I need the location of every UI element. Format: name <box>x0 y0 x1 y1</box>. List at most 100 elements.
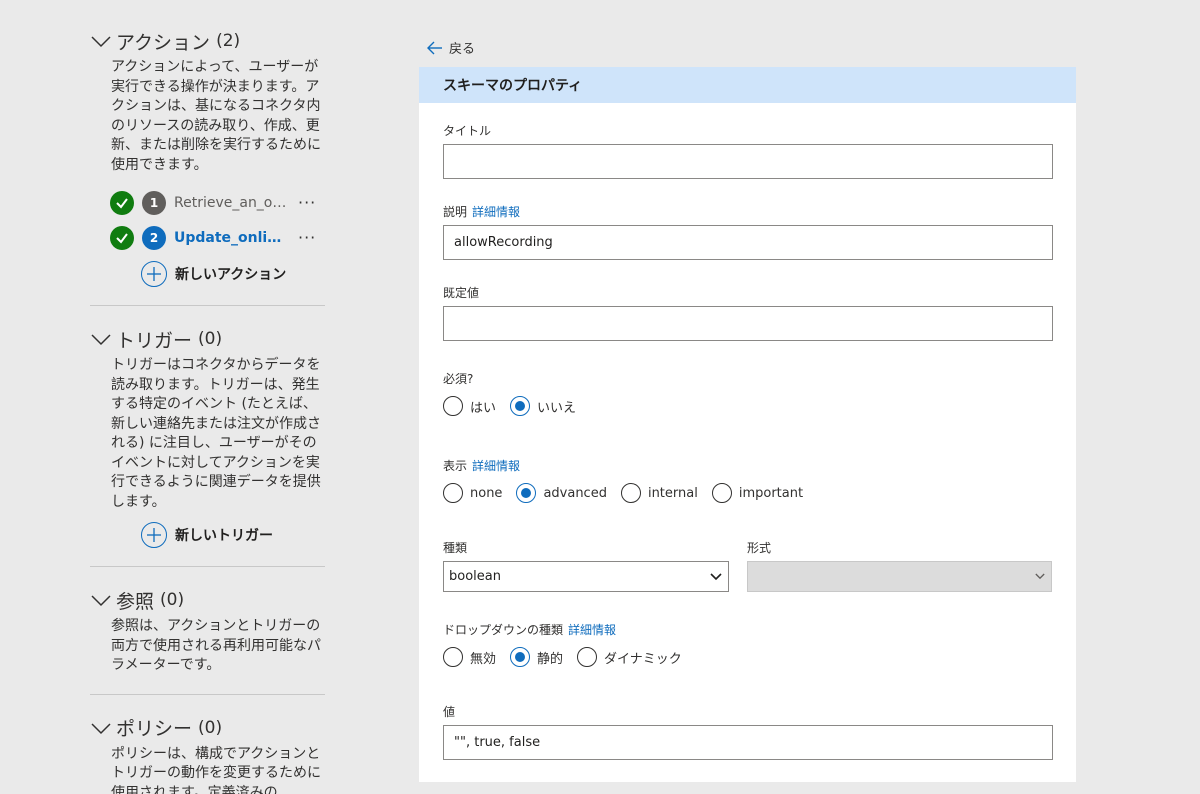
radio-circle <box>577 647 598 667</box>
radio-label: いいえ <box>537 400 577 416</box>
radio-circle-selected <box>510 647 531 667</box>
visibility-label: 表示 <box>443 458 468 473</box>
visibility-none-radio[interactable]: none <box>443 483 502 503</box>
section-description: 参照は、アクションとトリガーの両方で使用される再利用可能なパラメーターです。 <box>111 618 321 673</box>
visibility-internal-radio[interactable]: internal <box>620 483 698 503</box>
dropdown-dynamic-radio[interactable]: ダイナミック <box>577 647 682 667</box>
description-label-row: 説明 詳細情報 <box>443 203 1053 219</box>
section-description: アクションによって、ユーザーが実行できる操作が決まります。アクションは、基になる… <box>111 59 321 173</box>
action-list: 1 Retrieve_an_onl... ··· 2 Update_onlin.… <box>110 185 325 255</box>
visibility-radio-group: none advanced internal important <box>443 483 817 503</box>
plus-icon <box>141 522 167 548</box>
values-field: 値 "", true, false <box>443 703 1053 760</box>
visibility-learn-more-link[interactable]: 詳細情報 <box>472 457 520 474</box>
chevron-down-icon <box>91 722 111 734</box>
section-description: トリガーはコネクタからデータを読み取ります。トリガーは、発生する特定のイベント … <box>111 357 321 510</box>
panel-title: スキーマのプロパティ <box>443 78 583 94</box>
action-name[interactable]: Retrieve_an_onl... <box>174 195 288 211</box>
dropdown-static-radio[interactable]: 静的 <box>510 647 563 667</box>
radio-label: internal <box>647 485 698 501</box>
required-no-radio[interactable]: いいえ <box>510 396 576 416</box>
chevron-down-icon <box>710 572 722 580</box>
type-select-value: boolean <box>449 569 501 584</box>
radio-circle-selected <box>510 396 531 416</box>
triggers-section-header[interactable]: トリガー (0) <box>90 326 325 352</box>
description-input[interactable]: allowRecording <box>443 225 1053 260</box>
visibility-advanced-radio[interactable]: advanced <box>516 483 607 503</box>
title-field: タイトル <box>443 122 1053 179</box>
description-label: 説明 <box>443 204 468 219</box>
section-count: (0) <box>198 329 223 349</box>
description-learn-more-link[interactable]: 詳細情報 <box>472 203 520 220</box>
new-action-label: 新しいアクション <box>175 267 287 283</box>
format-label: 形式 <box>747 540 772 555</box>
type-select[interactable]: boolean <box>443 561 729 592</box>
radio-circle-selected <box>516 483 537 503</box>
dropdown-type-radio-group: 無効 静的 ダイナミック <box>443 647 696 667</box>
policies-section: ポリシー (0) ポリシーは、構成でアクションとトリガーの動作を変更するために使… <box>90 693 325 794</box>
radio-circle <box>711 483 732 503</box>
visibility-important-radio[interactable]: important <box>711 483 803 503</box>
visibility-field: 表示 詳細情報 none advanced internal important <box>443 457 817 503</box>
title-label: タイトル <box>443 123 492 138</box>
default-value-label: 既定値 <box>443 285 480 300</box>
references-section-header[interactable]: 参照 (0) <box>90 587 325 613</box>
radio-circle <box>620 483 641 503</box>
dropdown-disabled-radio[interactable]: 無効 <box>443 647 496 667</box>
values-input[interactable]: "", true, false <box>443 725 1053 760</box>
radio-label: none <box>470 485 503 501</box>
format-select[interactable] <box>747 561 1052 592</box>
action-number-badge: 2 <box>142 225 166 250</box>
actions-section: アクション (2) アクションによって、ユーザーが実行できる操作が決まります。ア… <box>90 28 325 305</box>
more-options-icon[interactable]: ··· <box>298 228 316 247</box>
dropdown-type-label-row: ドロップダウンの種類 詳細情報 <box>443 621 696 637</box>
plus-icon <box>141 261 167 287</box>
check-icon <box>110 190 134 215</box>
actions-section-header[interactable]: アクション (2) <box>90 28 325 54</box>
default-value-input[interactable] <box>443 306 1053 341</box>
section-count: (2) <box>216 31 241 51</box>
arrow-left-icon <box>427 41 442 54</box>
back-button[interactable]: 戻る <box>427 38 475 57</box>
radio-label: 無効 <box>470 651 497 667</box>
section-title: トリガー <box>116 329 193 352</box>
new-trigger-button[interactable]: 新しいトリガー <box>141 522 325 548</box>
section-title: ポリシー <box>116 718 193 740</box>
section-title: アクション <box>116 31 211 54</box>
type-label: 種類 <box>443 540 468 555</box>
required-yes-radio[interactable]: はい <box>443 396 496 416</box>
required-label: 必須? <box>443 371 474 386</box>
visibility-label-row: 表示 詳細情報 <box>443 457 817 473</box>
radio-label: はい <box>470 400 497 416</box>
section-count: (0) <box>160 590 185 610</box>
dropdown-type-label: ドロップダウンの種類 <box>443 622 564 637</box>
check-icon <box>110 225 134 250</box>
references-section: 参照 (0) 参照は、アクションとトリガーの両方で使用される再利用可能なパラメー… <box>90 566 325 694</box>
required-field: 必須? はい いいえ <box>443 370 590 416</box>
back-label: 戻る <box>449 42 476 57</box>
chevron-down-icon <box>1035 573 1045 580</box>
radio-label: 静的 <box>537 651 564 667</box>
title-input[interactable] <box>443 144 1053 179</box>
dropdown-type-learn-more-link[interactable]: 詳細情報 <box>568 621 616 638</box>
section-title: 参照 <box>116 590 155 613</box>
more-options-icon[interactable]: ··· <box>298 193 316 212</box>
action-item-selected[interactable]: 2 Update_onlin... ··· <box>110 220 325 255</box>
sidebar: アクション (2) アクションによって、ユーザーが実行できる操作が決まります。ア… <box>90 28 325 794</box>
default-value-field: 既定値 <box>443 284 1053 341</box>
action-item[interactable]: 1 Retrieve_an_onl... ··· <box>110 185 325 220</box>
radio-circle <box>443 396 463 416</box>
section-count: (0) <box>198 717 223 738</box>
triggers-section: トリガー (0) トリガーはコネクタからデータを読み取ります。トリガーは、発生す… <box>90 305 325 566</box>
radio-circle <box>443 483 463 503</box>
type-field: 種類 boolean <box>443 539 729 592</box>
format-field: 形式 <box>747 539 1052 592</box>
policies-section-header[interactable]: ポリシー (0) <box>90 715 325 741</box>
chevron-down-icon <box>91 36 111 48</box>
new-action-button[interactable]: 新しいアクション <box>141 261 325 287</box>
new-trigger-label: 新しいトリガー <box>175 528 273 544</box>
action-number-badge: 1 <box>142 190 166 215</box>
schema-properties-panel: スキーマのプロパティ タイトル 説明 詳細情報 allowRecording 既… <box>419 67 1076 782</box>
panel-header: スキーマのプロパティ <box>419 67 1076 103</box>
action-name[interactable]: Update_onlin... <box>174 230 288 246</box>
